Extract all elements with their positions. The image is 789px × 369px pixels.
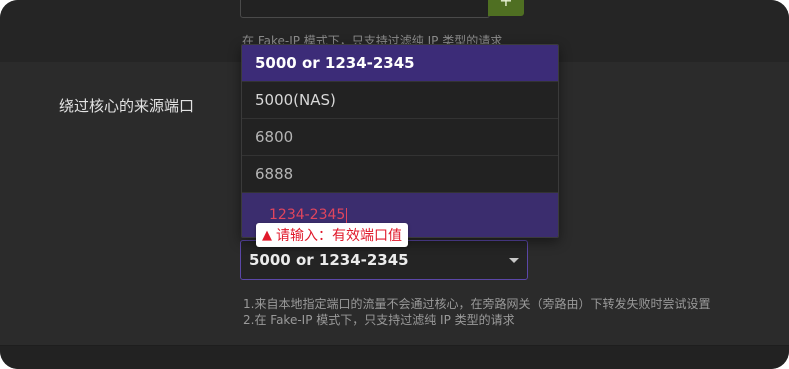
option-item[interactable]: 5000(NAS) [242,82,558,119]
help-text: 1.来自本地指定端口的流量不会通过核心，在旁路网关（旁路由）下转发失败时尝试设置… [243,296,710,328]
warning-icon: ▲ [262,227,272,243]
option-item[interactable]: 5000 or 1234-2345 [242,45,558,82]
select-value: 5000 or 1234-2345 [249,251,409,269]
typed-value: 1234-2345 [269,207,346,223]
add-button[interactable]: + [488,0,524,16]
settings-window: + 在 Fake-IP 模式下，只支持过滤纯 IP 类型的请求 绕过核心的来源端… [0,0,789,369]
bottom-section [0,345,789,369]
port-options-dropdown: 5000 or 1234-2345 5000(NAS) 6800 6888 12… [241,44,559,238]
plus-icon: + [499,0,513,10]
help-line-1: 1.来自本地指定端口的流量不会通过核心，在旁路网关（旁路由）下转发失败时尝试设置 [243,297,711,311]
bypass-source-port-label: 绕过核心的来源端口 [59,97,195,115]
chevron-down-icon[interactable] [509,258,519,263]
top-text-input[interactable] [240,0,490,18]
help-line-2: 2.在 Fake-IP 模式下，只支持过滤纯 IP 类型的请求 [243,313,515,327]
text-caret [346,207,348,223]
option-item[interactable]: 6888 [242,156,558,193]
validation-message: 请输入：有效端口值 [276,228,402,244]
option-item[interactable]: 6800 [242,119,558,156]
validation-tooltip: ▲ 请输入：有效端口值 [256,223,408,247]
